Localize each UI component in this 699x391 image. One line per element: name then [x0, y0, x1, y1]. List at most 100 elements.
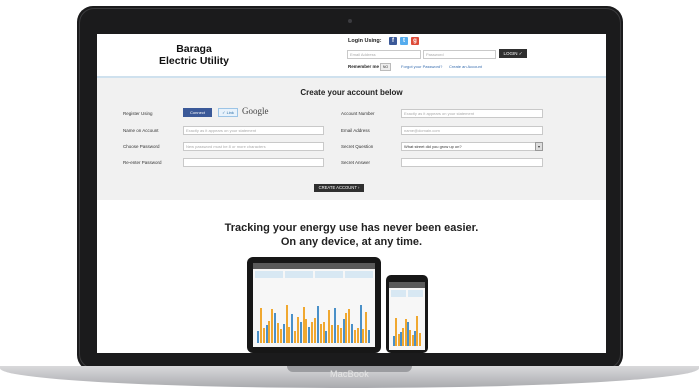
- tablet-usage-chart: [257, 297, 371, 343]
- chart-bar: [348, 309, 350, 343]
- chart-bar: [300, 322, 302, 343]
- account-number-label: Account Number: [341, 111, 375, 116]
- tablet-device-image: [247, 257, 381, 353]
- secret-question-select[interactable]: What street did you grow up on?: [401, 142, 543, 151]
- chart-bar: [419, 333, 421, 346]
- chart-bar: [317, 306, 319, 343]
- phone-usage-chart: [393, 308, 421, 346]
- email-address-input[interactable]: name@domain.com: [401, 126, 543, 135]
- chart-bar: [328, 310, 330, 343]
- phone-summary-tiles: [389, 288, 425, 299]
- create-account-form: Create your account below Register Using…: [97, 78, 606, 200]
- chart-bar: [257, 331, 259, 343]
- chart-bar: [277, 323, 279, 343]
- chart-bar: [409, 330, 411, 346]
- summary-tile: [345, 271, 373, 278]
- chart-bar: [294, 331, 296, 343]
- site-logo[interactable]: Baraga Electric Utility: [129, 43, 259, 67]
- account-number-input[interactable]: Exactly as it appears on your statement: [401, 109, 543, 118]
- tablet-summary-tiles: [253, 269, 375, 280]
- chart-bar: [337, 325, 339, 343]
- tablet-screen: [253, 263, 375, 347]
- arrow-right-icon: ›: [358, 185, 360, 190]
- promo-section: Tracking your energy use has never been …: [97, 200, 606, 353]
- google-register-button[interactable]: Google: [242, 106, 269, 116]
- chart-bar: [314, 318, 316, 343]
- summary-tile: [391, 290, 406, 297]
- promo-headline-line1: Tracking your energy use has never been …: [224, 222, 479, 234]
- create-account-link[interactable]: Create an Account: [449, 64, 482, 69]
- chart-bar: [320, 324, 322, 343]
- logo-line2: Electric Utility: [158, 55, 230, 67]
- facebook-connect-label: Connect: [190, 110, 205, 115]
- create-account-label: CREATE ACCOUNT: [318, 185, 357, 190]
- remember-me-toggle[interactable]: NO: [380, 63, 391, 71]
- twitter-icon[interactable]: t: [400, 37, 408, 45]
- chart-bar: [308, 327, 310, 343]
- chart-bar: [268, 321, 270, 343]
- chart-bar: [351, 324, 353, 343]
- remember-me-label: Remember me: [348, 64, 380, 69]
- login-email-input[interactable]: Email Address: [347, 50, 421, 59]
- secret-answer-input[interactable]: [401, 158, 543, 167]
- chart-bar: [357, 328, 359, 343]
- create-account-button[interactable]: CREATE ACCOUNT ›: [314, 184, 364, 192]
- site-header: Baraga Electric Utility Login Using: f t…: [97, 34, 606, 78]
- secret-question-label: Secret Question: [341, 144, 374, 149]
- summary-tile: [315, 271, 343, 278]
- choose-password-input[interactable]: New password must be 8 or more character…: [183, 142, 324, 151]
- email-address-label: Email Address: [341, 128, 370, 133]
- twitter-bird-icon: ✓: [222, 110, 226, 115]
- register-using-label: Register Using: [123, 111, 153, 116]
- summary-tile: [285, 271, 313, 278]
- chart-bar: [368, 330, 370, 343]
- form-title: Create your account below: [300, 88, 403, 97]
- chart-bar: [416, 316, 418, 346]
- chart-bar: [362, 329, 364, 343]
- chart-bar: [271, 309, 273, 343]
- chart-bar: [297, 317, 299, 343]
- chart-bar: [354, 330, 356, 343]
- chart-bar: [280, 329, 282, 343]
- facebook-icon[interactable]: f: [389, 37, 397, 45]
- summary-tile: [408, 290, 423, 297]
- facebook-connect-button[interactable]: Connect: [183, 108, 212, 117]
- chart-bar: [395, 318, 397, 346]
- chart-bar: [402, 328, 404, 346]
- chart-bar: [345, 313, 347, 343]
- chart-bar: [331, 325, 333, 343]
- laptop-brand-label: MacBook: [330, 369, 369, 379]
- chart-bar: [325, 331, 327, 343]
- summary-tile: [255, 271, 283, 278]
- google-icon[interactable]: g: [411, 37, 419, 45]
- phone-screen: [389, 282, 425, 350]
- login-button[interactable]: LOGIN ✓: [499, 49, 527, 58]
- twitter-link-button[interactable]: ✓ Link: [218, 108, 238, 117]
- camera-icon: [348, 19, 352, 23]
- name-on-account-label: Name on Account: [123, 128, 159, 133]
- chart-bar: [305, 319, 307, 343]
- chevron-down-icon[interactable]: ▾: [535, 142, 543, 151]
- chart-bar: [283, 324, 285, 343]
- chart-bar: [274, 313, 276, 343]
- choose-password-label: Choose Password: [123, 144, 160, 149]
- forgot-password-link[interactable]: Forgot your Password?: [401, 64, 442, 69]
- twitter-link-label: Link: [226, 110, 234, 115]
- chart-bar: [340, 328, 342, 343]
- reenter-password-input[interactable]: [183, 158, 324, 167]
- secret-answer-label: Secret Answer: [341, 160, 371, 165]
- chart-bar: [288, 327, 290, 343]
- checkmark-icon: ✓: [518, 51, 523, 56]
- phone-device-image: [386, 275, 428, 353]
- login-password-input[interactable]: Password: [423, 50, 496, 59]
- reenter-password-label: Re-enter Password: [123, 160, 162, 165]
- login-button-label: LOGIN: [503, 51, 518, 56]
- name-on-account-input[interactable]: Exactly as it appears on your statement: [183, 126, 324, 135]
- chart-bar: [260, 308, 262, 343]
- login-using-label: Login Using:: [348, 38, 382, 44]
- promo-headline-line2: On any device, at any time.: [280, 236, 423, 248]
- chart-bar: [334, 308, 336, 343]
- promo-headline: Tracking your energy use has never been …: [97, 221, 606, 249]
- chart-bar: [311, 322, 313, 343]
- laptop-screen: Baraga Electric Utility Login Using: f t…: [97, 34, 606, 353]
